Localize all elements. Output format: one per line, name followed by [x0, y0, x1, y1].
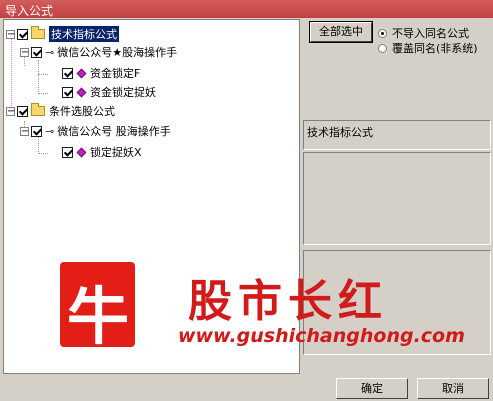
radio-dot[interactable] [378, 43, 387, 53]
radio-label: 覆盖同名(非系统) [392, 42, 478, 55]
tree-label: 锁定捉妖X [90, 146, 142, 159]
formula-gem-icon [76, 87, 87, 97]
tree-node-item3[interactable]: 锁定捉妖X [62, 144, 142, 160]
checkbox-item3[interactable] [62, 146, 73, 158]
radio-label: 不导入同名公式 [392, 27, 469, 40]
tree-label: 微信公众号 股海操作手 [57, 125, 171, 138]
formula-gem-icon [76, 68, 87, 78]
collapse-icon[interactable]: − [20, 47, 29, 57]
cancel-button[interactable]: 取消 [417, 378, 489, 399]
tree-label: 资金锁定F [90, 67, 141, 80]
tree-node-tech-indicators[interactable]: − 技术指标公式 [6, 26, 119, 42]
folder-icon [31, 26, 45, 39]
radio-no-import-same[interactable]: 不导入同名公式 [378, 25, 469, 41]
checkbox-tech-indicators[interactable] [17, 28, 28, 40]
title-bar: 导入公式 [0, 0, 493, 18]
watermark-logo: 牛 [60, 262, 135, 353]
formula-detail-panel [303, 152, 491, 245]
folder-icon [31, 103, 45, 116]
import-formula-dialog: 导入公式 − 技术指标公式 − ⊸ 微信公众号★股海操作手 资金锁定F 资金锁定… [0, 0, 493, 401]
tree-node-group2[interactable]: − ⊸ 微信公众号 股海操作手 [20, 123, 171, 139]
tree-label: 技术指标公式 [49, 26, 119, 42]
key-icon: ⊸ [45, 124, 55, 138]
window-title: 导入公式 [5, 4, 54, 18]
tree-label: 条件选股公式 [49, 105, 115, 118]
formula-type-panel: 技术指标公式 [303, 120, 491, 150]
tree-node-group1[interactable]: − ⊸ 微信公众号★股海操作手 [20, 44, 177, 60]
checkbox-group2[interactable] [31, 125, 42, 137]
collapse-icon[interactable]: − [20, 126, 29, 136]
watermark-url: www.gushichanghong.com [178, 325, 465, 347]
watermark-glyph: 牛 [67, 280, 130, 353]
tree-label: 微信公众号★股海操作手 [57, 46, 178, 59]
select-all-button[interactable]: 全部选中 [309, 21, 373, 43]
checkbox-item1[interactable] [62, 67, 73, 79]
radio-dot[interactable] [378, 28, 387, 38]
radio-overwrite-same[interactable]: 覆盖同名(非系统) [378, 40, 478, 56]
tree-node-item2[interactable]: 资金锁定捉妖 [62, 84, 156, 100]
tree-node-item1[interactable]: 资金锁定F [62, 65, 140, 81]
checkbox-group1[interactable] [31, 46, 42, 58]
tree-label: 资金锁定捉妖 [90, 86, 156, 99]
collapse-icon[interactable]: − [6, 29, 15, 39]
ok-button[interactable]: 确定 [336, 378, 408, 399]
tree-node-condition-stock[interactable]: − 条件选股公式 [6, 103, 115, 119]
checkbox-item2[interactable] [62, 86, 73, 98]
watermark-name: 股市长红 [188, 276, 388, 327]
collapse-icon[interactable]: − [6, 106, 15, 116]
formula-gem-icon [76, 147, 87, 157]
key-icon: ⊸ [45, 45, 55, 59]
formula-type-label: 技术指标公式 [307, 126, 373, 139]
checkbox-condition-stock[interactable] [17, 105, 28, 117]
